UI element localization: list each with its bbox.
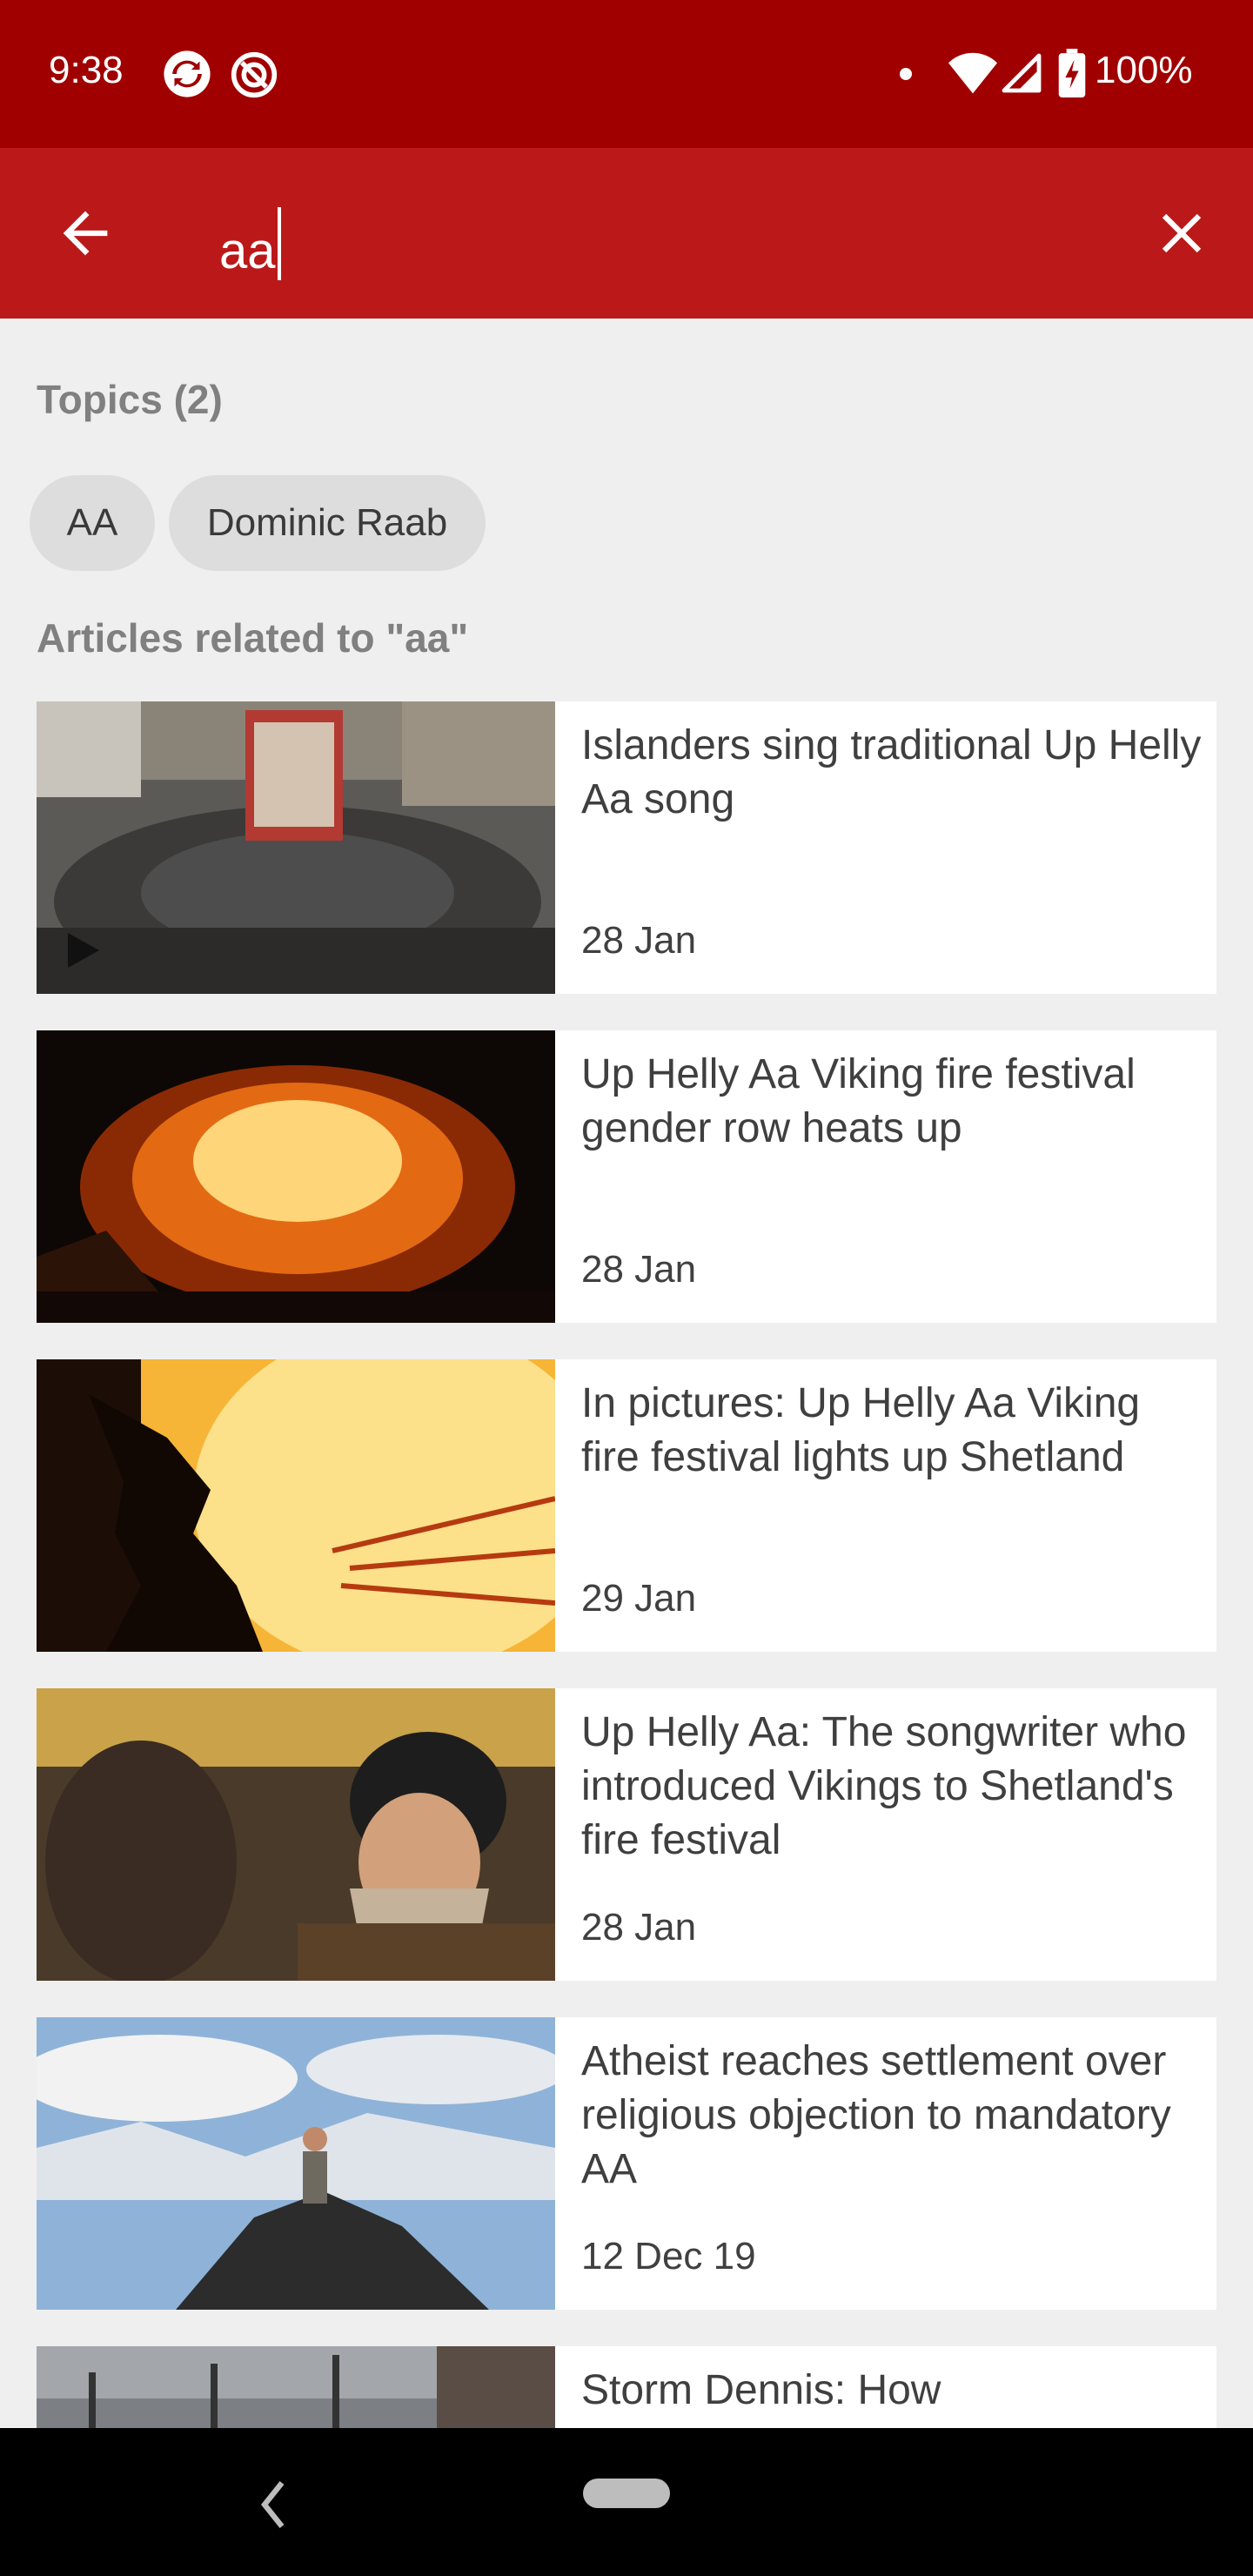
arrow-back-icon[interactable] — [52, 200, 118, 266]
street-photo — [37, 2346, 555, 2428]
article-title: Storm Dennis: How — [581, 2367, 941, 2413]
article-title: Up Helly Aa: The songwriter who introduc… — [581, 1709, 1187, 1863]
notification-dot-icon — [900, 68, 912, 80]
close-icon[interactable] — [1149, 200, 1215, 266]
article-thumbnail — [37, 1688, 555, 1981]
search-query-text: aa — [219, 223, 276, 279]
cell-signal-icon — [1002, 53, 1042, 93]
article-title: Atheist reaches settlement over religiou… — [581, 2038, 1171, 2192]
battery-charging-icon — [1058, 49, 1086, 97]
viking-silhouette-photo — [37, 1359, 555, 1652]
article-thumbnail — [37, 2346, 555, 2428]
article-card[interactable]: Up Helly Aa Viking fire festival gender … — [37, 1030, 1216, 1323]
article-thumbnail — [37, 2017, 555, 2310]
article-date: 12 Dec 19 — [581, 2235, 756, 2277]
article-card[interactable]: Islanders sing traditional Up Helly Aa s… — [37, 701, 1216, 994]
article-thumbnail — [37, 1030, 555, 1323]
play-icon — [68, 933, 99, 968]
article-date: 28 Jan — [581, 1248, 697, 1291]
system-nav-bar — [0, 2428, 1253, 2576]
sync-icon — [164, 50, 211, 97]
article-card[interactable]: Storm Dennis: How — [37, 2346, 1216, 2428]
status-time: 9:38 — [49, 49, 124, 91]
mountain-photo — [37, 2017, 555, 2310]
article-date: 29 Jan — [581, 1577, 697, 1620]
home-pill-icon[interactable] — [583, 2479, 670, 2508]
search-input[interactable]: aa — [219, 207, 281, 280]
do-not-disturb-icon — [231, 51, 278, 98]
crowd-photo — [37, 701, 555, 994]
article-thumbnail — [37, 1359, 555, 1652]
article-title: Up Helly Aa Viking fire festival gender … — [581, 1051, 1136, 1151]
topics-heading: Topics (2) — [37, 377, 223, 422]
topic-chip-dominic-raab[interactable]: Dominic Raab — [169, 475, 486, 571]
article-title: In pictures: Up Helly Aa Viking fire fes… — [581, 1380, 1141, 1480]
text-cursor — [277, 207, 281, 280]
article-card[interactable]: Atheist reaches settlement over religiou… — [37, 2017, 1216, 2310]
article-title: Islanders sing traditional Up Helly Aa s… — [581, 722, 1202, 822]
article-thumbnail — [37, 701, 555, 994]
viking-singer-photo — [37, 1688, 555, 1981]
search-app-bar: aa — [0, 148, 1253, 319]
nav-back-icon[interactable] — [252, 2479, 294, 2531]
article-card[interactable]: Up Helly Aa: The songwriter who introduc… — [37, 1688, 1216, 1981]
status-bar: 9:38 100% — [0, 0, 1253, 148]
article-card[interactable]: In pictures: Up Helly Aa Viking fire fes… — [37, 1359, 1216, 1652]
wifi-icon — [948, 52, 997, 94]
articles-heading: Articles related to "aa" — [37, 615, 469, 661]
fire-photo — [37, 1030, 555, 1323]
battery-percent: 100% — [1095, 49, 1193, 91]
topic-chip-aa[interactable]: AA — [30, 475, 155, 571]
article-date: 28 Jan — [581, 919, 697, 962]
article-date: 28 Jan — [581, 1906, 697, 1949]
